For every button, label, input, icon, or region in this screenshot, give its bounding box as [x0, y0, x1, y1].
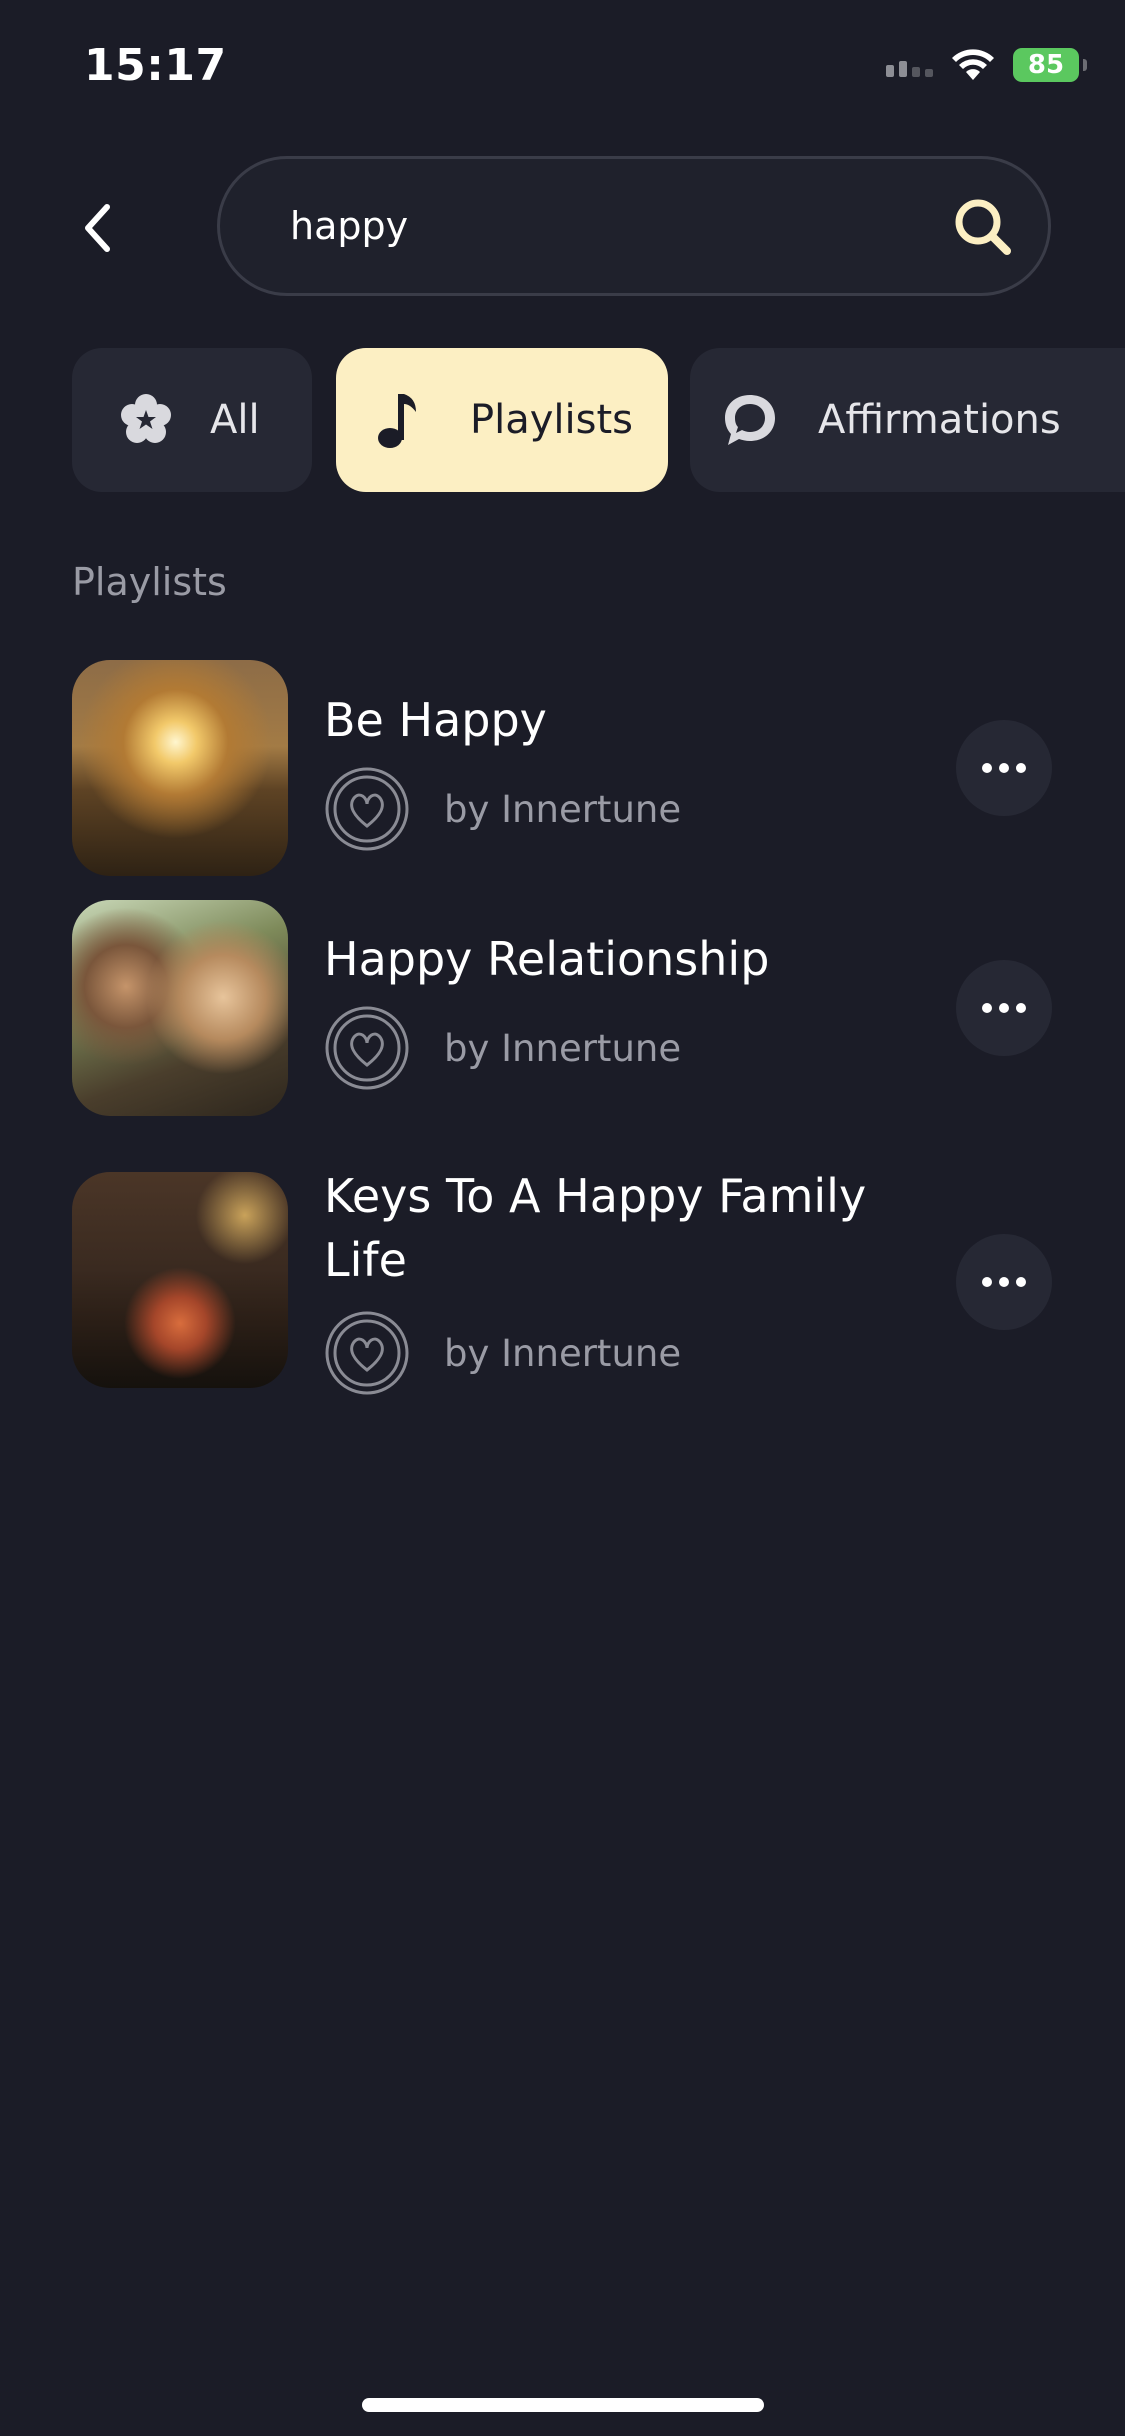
playlist-item[interactable]: Happy Relationship by Innertune [72, 900, 1072, 1116]
search-results-screen: 15:17 85 happy All Playlists Affirmation… [0, 0, 1125, 2436]
status-bar: 15:17 85 [0, 0, 1125, 140]
more-dot [982, 1003, 992, 1013]
playlist-title: Be Happy [324, 693, 547, 747]
cellular-signal-icon [886, 53, 933, 77]
innertune-logo-icon [325, 1006, 409, 1090]
section-title: Playlists [72, 560, 227, 604]
playlist-author: by Innertune [324, 766, 681, 852]
status-time: 15:17 [84, 40, 227, 91]
back-button[interactable] [72, 196, 122, 260]
wifi-icon [951, 48, 995, 82]
search-input[interactable] [290, 159, 910, 293]
filter-chip-playlists[interactable]: Playlists [336, 348, 668, 492]
search-icon [955, 199, 1011, 255]
filter-chip-label: All [210, 397, 260, 443]
filter-chip-label: Affirmations [818, 397, 1061, 443]
playlist-cover-image [72, 1172, 288, 1388]
more-options-button[interactable] [956, 960, 1052, 1056]
battery-level: 85 [1027, 50, 1065, 80]
playlist-author: by Innertune [324, 1005, 681, 1091]
playlist-author-text: by Innertune [444, 1026, 682, 1070]
filter-chip-affirmations[interactable]: Affirmations [690, 348, 1125, 492]
status-icons: 85 [886, 48, 1087, 82]
more-options-button[interactable] [956, 720, 1052, 816]
playlist-item[interactable]: Be Happy by Innertune [72, 660, 1072, 876]
playlist-author: by Innertune [324, 1310, 681, 1396]
battery-icon: 85 [1013, 48, 1087, 82]
more-dot [982, 1277, 992, 1287]
filter-chip-all[interactable]: All [72, 348, 312, 492]
more-dot [999, 763, 1009, 773]
playlist-author-text: by Innertune [444, 787, 682, 831]
filter-chips: All Playlists Affirmations [72, 348, 1125, 492]
innertune-logo-icon [325, 1311, 409, 1395]
more-dot [982, 763, 992, 773]
more-dot [1016, 763, 1026, 773]
more-dot [1016, 1277, 1026, 1287]
playlist-title: Keys To A Happy Family Life [324, 1169, 867, 1287]
more-dot [1016, 1003, 1026, 1013]
more-dot [999, 1003, 1009, 1013]
playlist-title: Happy Relationship [324, 932, 770, 986]
more-options-button[interactable] [956, 1234, 1052, 1330]
search-button[interactable] [952, 196, 1014, 258]
playlist-cover-image [72, 900, 288, 1116]
music-note-icon [378, 394, 416, 448]
search-bar [217, 156, 1051, 296]
playlist-author-text: by Innertune [444, 1331, 682, 1375]
innertune-logo-icon [325, 767, 409, 851]
home-indicator[interactable] [362, 2398, 764, 2412]
playlist-item[interactable]: Keys To A Happy Family Life by Innertune [72, 1169, 1072, 1412]
speech-bubble-icon [725, 395, 775, 445]
playlist-cover-image [72, 660, 288, 876]
flower-star-icon [121, 394, 171, 443]
more-dot [999, 1277, 1009, 1287]
chevron-left-icon [85, 204, 110, 252]
filter-chip-label: Playlists [470, 397, 634, 443]
